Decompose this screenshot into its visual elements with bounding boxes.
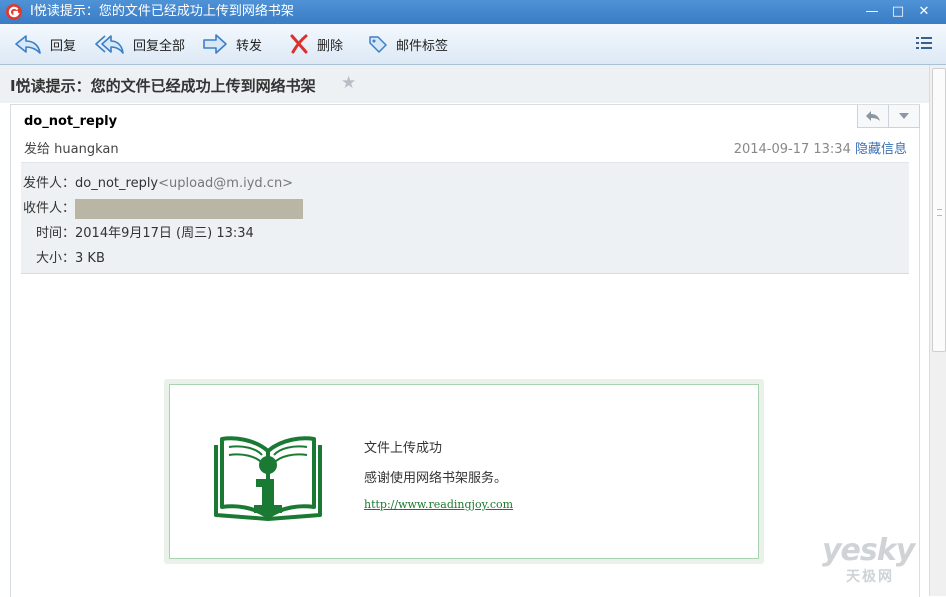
sender-name[interactable]: do_not_reply <box>24 114 117 129</box>
title-bar: I悦读提示：您的文件已经成功上传到网络书架 — □ ✕ <box>0 0 946 24</box>
delete-label: 删除 <box>317 38 344 54</box>
maximize-button[interactable]: □ <box>888 2 908 22</box>
from-name[interactable]: do_not_reply <box>75 176 158 191</box>
mail-tag-label: 邮件标签 <box>396 38 449 54</box>
mail-subject: I悦读提示：您的文件已经成功上传到网络书架 <box>10 77 316 95</box>
open-book-info-icon <box>214 436 322 521</box>
reply-arrow-icon <box>15 35 41 54</box>
vertical-scrollbar[interactable] <box>929 65 946 596</box>
banner-title: 文件上传成功 <box>364 441 443 456</box>
quick-reply-button[interactable] <box>858 105 888 127</box>
reply-small-icon <box>866 111 880 121</box>
forward-arrow-icon <box>203 34 227 54</box>
forward-button[interactable]: 转发 <box>202 32 262 56</box>
yesky-watermark: yesky 天极网 <box>822 534 932 588</box>
date-line: 2014-09-17 13:34 隐藏信息 <box>734 138 907 157</box>
tag-icon <box>369 36 387 53</box>
delete-x-icon <box>290 34 308 54</box>
to-row: 收件人： <box>23 197 304 219</box>
from-label: 发件人： <box>23 176 76 191</box>
time-label: 时间： <box>36 226 76 241</box>
size-label: 大小： <box>36 251 76 266</box>
quick-reply-control <box>857 105 920 128</box>
message-banner: 文件上传成功 感谢使用网络书架服务。 http://www.readingjoy… <box>164 379 764 564</box>
menu-list-icon[interactable] <box>916 36 932 50</box>
window-title: I悦读提示：您的文件已经成功上传到网络书架 <box>30 4 294 19</box>
mail-details-panel: 发件人：do_not_reply<upload@m.iyd.cn> 收件人： 时… <box>21 162 909 274</box>
recipient-name[interactable]: huangkan <box>54 142 118 157</box>
scroll-grip-icon <box>937 209 942 216</box>
mail-date: 2014-09-17 13:34 <box>733 142 851 157</box>
more-actions-dropdown[interactable] <box>888 105 919 127</box>
sent-to-prefix: 发给 <box>24 142 51 157</box>
to-label: 收件人： <box>23 201 76 216</box>
banner-text: 感谢使用网络书架服务。 <box>364 471 508 486</box>
sent-to-line: 发给 huangkan <box>24 138 119 157</box>
subject-bar: I悦读提示：您的文件已经成功上传到网络书架 ★ <box>0 65 929 103</box>
app-logo-icon <box>6 4 22 20</box>
mail-tag-button[interactable]: 邮件标签 <box>368 32 448 56</box>
reply-all-button[interactable]: 回复全部 <box>95 32 185 56</box>
hide-info-link[interactable]: 隐藏信息 <box>855 142 907 157</box>
watermark-cn: 天极网 <box>846 569 894 585</box>
size-value: 3 KB <box>75 251 105 266</box>
scrollbar-thumb[interactable] <box>932 68 946 352</box>
star-icon[interactable]: ★ <box>341 74 356 92</box>
reply-button[interactable]: 回复 <box>14 32 76 56</box>
watermark-brand: yesky <box>822 533 915 568</box>
time-value: 2014年9月17日 (周三) 13:34 <box>75 226 254 241</box>
from-address[interactable]: <upload@m.iyd.cn> <box>158 176 293 191</box>
message-banner-inner: 文件上传成功 感谢使用网络书架服务。 http://www.readingjoy… <box>169 384 759 559</box>
reply-label: 回复 <box>50 38 77 54</box>
time-row: 时间：2014年9月17日 (周三) 13:34 <box>36 222 254 241</box>
size-row: 大小：3 KB <box>36 247 105 266</box>
minimize-button[interactable]: — <box>862 2 882 22</box>
forward-label: 转发 <box>236 38 263 54</box>
mail-card: do_not_reply 发给 huangkan 2014-09-17 13:3… <box>10 104 920 597</box>
chevron-down-icon <box>899 113 909 119</box>
delete-button[interactable]: 删除 <box>289 32 343 56</box>
redacted-recipient <box>75 198 304 219</box>
from-row: 发件人：do_not_reply<upload@m.iyd.cn> <box>23 172 293 191</box>
toolbar: 回复 回复全部 转发 删除 邮件标签 <box>0 24 946 65</box>
reply-all-label: 回复全部 <box>133 38 186 54</box>
readingjoy-link[interactable]: http://www.readingjoy.com <box>364 498 513 511</box>
reply-all-arrow-icon <box>95 35 124 54</box>
close-button[interactable]: ✕ <box>914 2 934 22</box>
